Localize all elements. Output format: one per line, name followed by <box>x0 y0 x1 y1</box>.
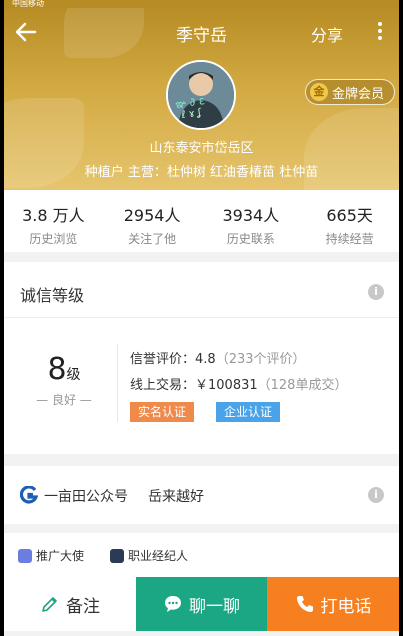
pencil-icon <box>42 597 57 612</box>
info-icon[interactable]: i <box>368 284 384 300</box>
credit-section: 诚信等级 i 8级 — 良好 — 信誉评价：4.8（233个评价） 线上交易：￥… <box>4 262 399 454</box>
phone-screen: 中国移动 季守岳 分享 ఞ ∂ ɛ ℓ ɤ ʆ 金 金牌会员 山东泰安市岱岳区 … <box>4 0 399 636</box>
credit-title: 诚信等级 <box>20 286 85 305</box>
credit-level-number: 8 <box>47 352 67 387</box>
stat-value: 3934人 <box>222 206 280 225</box>
chat-button[interactable]: 聊一聊 <box>136 577 267 631</box>
agent-label: 职业经纪人 <box>128 549 189 563</box>
agent-icon <box>110 548 124 563</box>
stat-history-contacts: 3934人 历史联系 <box>202 190 301 252</box>
phone-icon <box>296 596 313 612</box>
online-trade: 线上交易：￥100831（128单成交） <box>130 374 347 393</box>
stats-row: 3.8 万人 历史浏览 2954人 关注了他 3934人 历史联系 665天 持… <box>4 190 399 252</box>
divider <box>117 344 118 422</box>
roles-row: 推广大使 职业经纪人 <box>4 533 399 577</box>
avatar[interactable]: ఞ ∂ ɛ ℓ ɤ ʆ <box>166 60 236 130</box>
trade-label: 线上交易：￥100831 <box>130 378 258 393</box>
wechat-account-name: 一亩田公众号 <box>44 489 128 505</box>
chat-bubble-icon <box>165 596 181 612</box>
more-menu-icon[interactable] <box>375 22 385 42</box>
divider <box>4 317 399 318</box>
stat-label: 关注了他 <box>128 232 177 246</box>
wechat-account-row[interactable]: 一亩田公众号 岳来越好 i <box>4 466 399 524</box>
agent-badge[interactable]: 职业经纪人 <box>110 547 188 564</box>
main-crops-text: 种植户 主营：杜仲树 红油香椿苗 杜仲苗 <box>84 165 319 180</box>
stat-label: 历史浏览 <box>29 232 78 246</box>
enterprise-verified-tag: 企业认证 <box>216 402 281 422</box>
promoter-icon <box>18 548 32 563</box>
note-label: 备注 <box>66 596 100 617</box>
note-button[interactable]: 备注 <box>4 577 136 631</box>
stat-days-in-business: 665天 持续经营 <box>300 190 399 252</box>
gold-member-badge[interactable]: 金 金牌会员 <box>304 79 395 105</box>
trade-count: （128单成交） <box>257 378 348 393</box>
gold-member-label: 金牌会员 <box>331 86 384 102</box>
reputation-label: 信誉评价：4.8 <box>130 352 216 367</box>
yimutian-logo-icon <box>20 486 38 504</box>
info-icon[interactable]: i <box>368 487 384 503</box>
stat-value: 2954人 <box>123 206 181 225</box>
top-bar: 季守岳 分享 <box>4 8 399 56</box>
credit-level-word: — 良好 — <box>36 393 92 407</box>
call-label: 打电话 <box>320 596 372 617</box>
credit-level: 8级 — 良好 — <box>26 352 102 408</box>
promoter-badge[interactable]: 推广大使 <box>18 547 84 564</box>
call-button[interactable]: 打电话 <box>267 577 399 631</box>
promoter-label: 推广大使 <box>36 549 85 563</box>
credit-level-unit: 级 <box>66 367 81 383</box>
bottom-action-bar: 备注 聊一聊 打电话 <box>4 577 399 631</box>
chat-label: 聊一聊 <box>189 596 240 617</box>
stat-label: 历史联系 <box>226 232 275 246</box>
stat-history-views: 3.8 万人 历史浏览 <box>4 190 103 252</box>
profile-header: 季守岳 分享 ఞ ∂ ɛ ℓ ɤ ʆ 金 金牌会员 山东泰安市岱岳区 种植户 主… <box>4 8 399 190</box>
wechat-slogan: 岳来越好 <box>148 489 204 505</box>
stat-followers: 2954人 关注了他 <box>103 190 202 252</box>
gold-coin-icon: 金 <box>309 83 328 101</box>
carrier-label: 中国移动 <box>12 0 44 8</box>
stat-value: 3.8 万人 <box>22 206 85 225</box>
reputation-rating: 信誉评价：4.8（233个评价） <box>130 348 306 367</box>
stat-label: 持续经营 <box>325 232 374 246</box>
share-button[interactable]: 分享 <box>311 22 343 46</box>
stat-value: 665天 <box>326 206 373 225</box>
real-name-verified-tag: 实名认证 <box>130 402 195 422</box>
location-text: 山东泰安市岱岳区 <box>149 141 254 156</box>
reputation-count[interactable]: （233个评价） <box>216 352 306 367</box>
status-bar: 中国移动 <box>4 0 399 8</box>
